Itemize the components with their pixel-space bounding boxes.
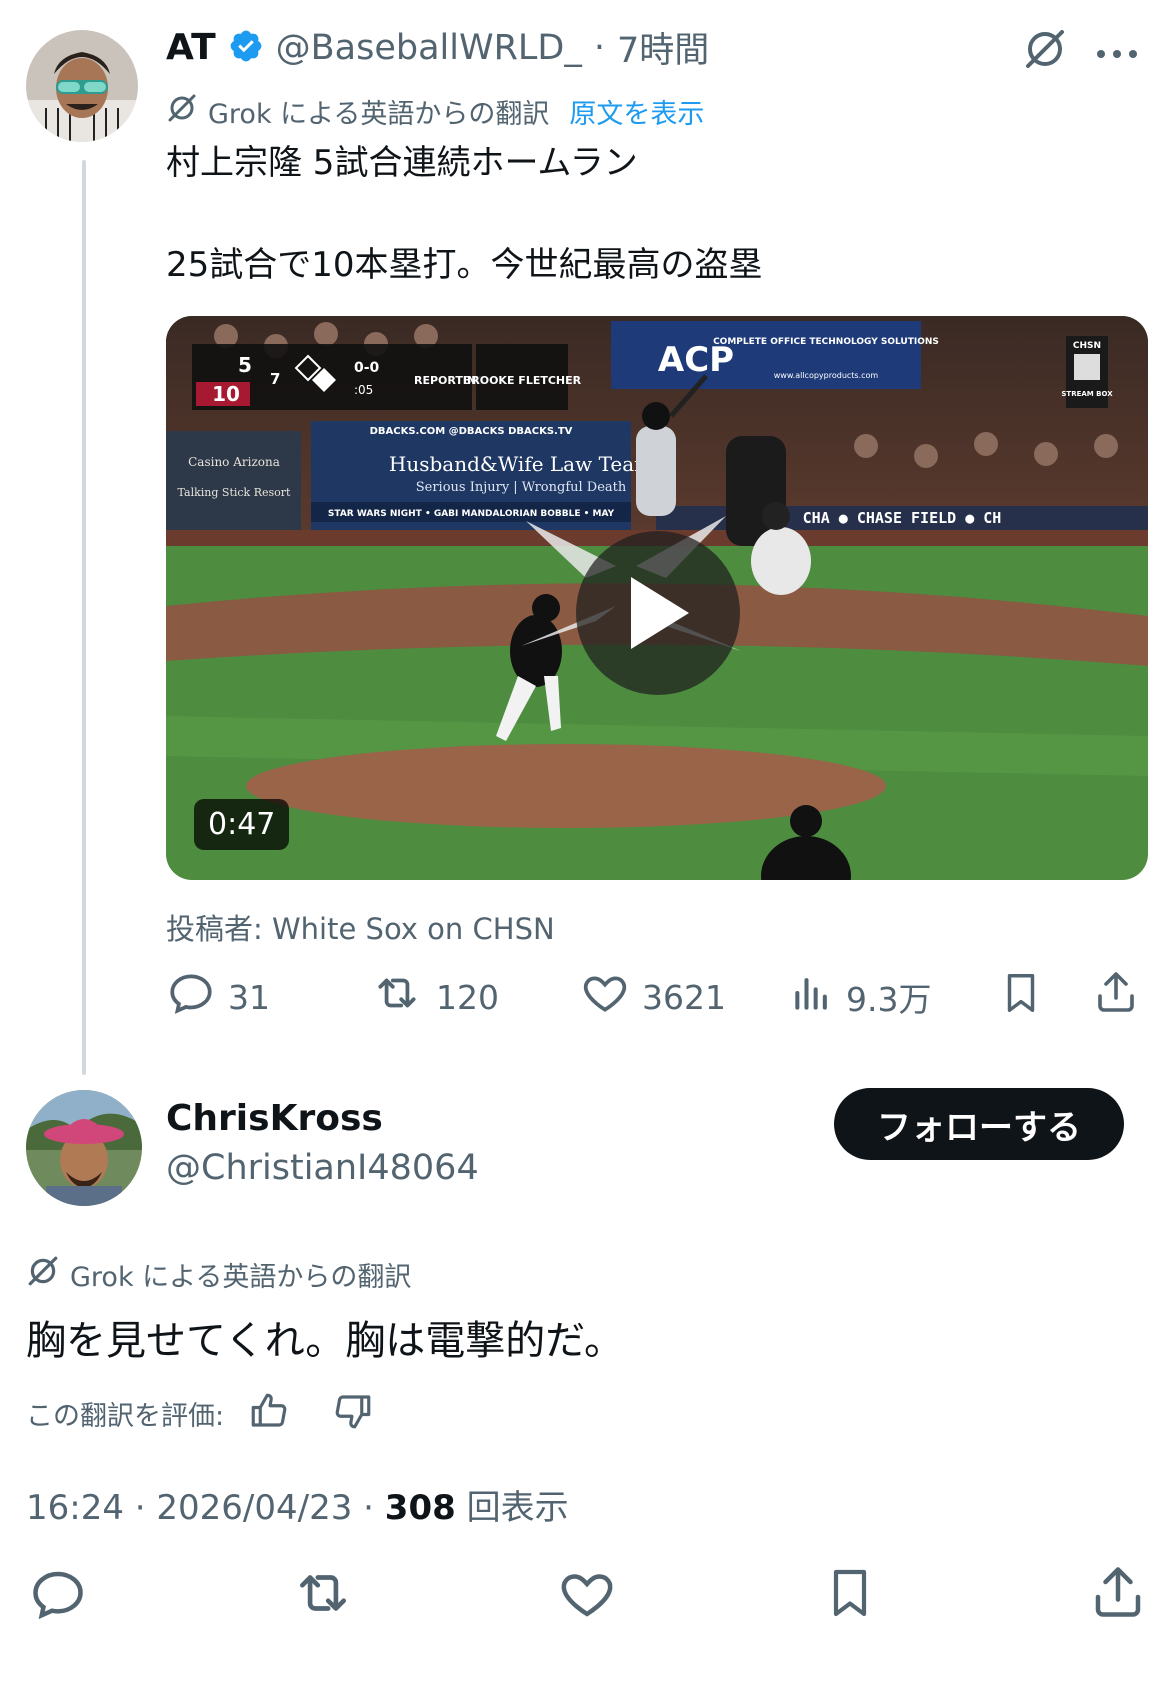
views-count: 9.3万: [846, 980, 932, 1019]
ad-center-title: Husband&Wife Law Team: [389, 452, 653, 476]
ad-acp-side: COMPLETE OFFICE TECHNOLOGY SOLUTIONS: [713, 337, 939, 347]
grok-icon[interactable]: [1022, 26, 1068, 72]
thread-connector-line: [82, 160, 86, 1075]
tweet-text-line-2: 25試合で10本塁打。今世紀最高の盗塁: [166, 245, 763, 285]
ad-center-top: DBACKS.COM @DBACKS DBACKS.TV: [370, 426, 573, 437]
views-button[interactable]: 9.3万: [790, 968, 931, 1026]
bookmark-button[interactable]: [998, 968, 1044, 1026]
author-handle[interactable]: @BaseballWRLD_: [276, 28, 582, 68]
reply-grok-translation-label: Grok による英語からの翻訳: [70, 1262, 412, 1293]
share-icon: [1092, 966, 1140, 1026]
like-icon: [556, 1574, 618, 1628]
reply-author-name[interactable]: ChrisKross: [166, 1098, 383, 1139]
like-count: 3621: [642, 977, 726, 1017]
like-icon: [580, 968, 630, 1026]
pitch-clock: :05: [354, 383, 373, 397]
reply-icon: [166, 968, 216, 1026]
ad-left-1: Casino Arizona: [188, 455, 280, 469]
reply-icon: [28, 1571, 88, 1628]
retweet-icon: [370, 968, 424, 1026]
reply-text: 胸を見せてくれ。胸は電撃的だ。: [26, 1318, 624, 1364]
tweet-text-line-1: 村上宗隆 5試合連続ホームラン: [166, 143, 638, 183]
post-time[interactable]: 7時間: [617, 22, 709, 73]
score-away: 5: [238, 353, 252, 377]
author-name[interactable]: AT: [166, 27, 216, 68]
ad-acp-url: www.allcopyproducts.com: [774, 371, 879, 380]
verified-badge-icon: [228, 28, 264, 68]
count: 0-0: [354, 360, 380, 376]
time-separator: ·: [593, 27, 605, 68]
share-button[interactable]: [1092, 966, 1140, 1026]
reply-action-reply[interactable]: [28, 1564, 88, 1628]
retweet-button[interactable]: 120: [370, 968, 499, 1026]
ad-center-ticker: STAR WARS NIGHT • GABI MANDALORIAN BOBBL…: [328, 509, 615, 519]
grok-icon: [26, 1254, 60, 1295]
views-icon: [790, 968, 834, 1026]
share-icon: [1088, 1567, 1148, 1628]
video-source[interactable]: 投稿者: White Sox on CHSN: [166, 906, 555, 948]
retweet-icon: [290, 1575, 356, 1628]
more-icon[interactable]: [1096, 44, 1138, 63]
reply-author-avatar[interactable]: [26, 1090, 142, 1206]
like-button[interactable]: 3621: [580, 968, 726, 1026]
reply-action-retweet[interactable]: [290, 1562, 356, 1628]
post-timestamp[interactable]: 16:24 · 2026/04/23 ·: [26, 1488, 385, 1528]
retweet-count: 120: [436, 977, 499, 1017]
thumbs-down-icon[interactable]: [332, 1390, 374, 1436]
show-original-link[interactable]: 原文を表示: [569, 92, 704, 131]
follow-button[interactable]: フォローする: [834, 1088, 1124, 1160]
post-view-count: 308: [384, 1488, 456, 1528]
chsn-logo: CHSN: [1073, 341, 1101, 351]
inning: 7: [270, 370, 280, 388]
reply-count: 31: [228, 977, 270, 1017]
reply-action-share[interactable]: [1088, 1560, 1148, 1628]
rate-translation-label: この翻訳を評価:: [26, 1400, 225, 1432]
bookmark-icon: [998, 968, 1044, 1026]
reply-action-like[interactable]: [556, 1564, 618, 1628]
stream-box-label: STREAM BOX: [1061, 390, 1113, 398]
reply-author-handle[interactable]: @ChristianI48064: [166, 1148, 479, 1188]
grok-translation-label: Grok による英語からの翻訳: [208, 99, 550, 130]
grok-icon: [166, 92, 198, 131]
ad-center-sub: Serious Injury | Wrongful Death: [416, 480, 627, 495]
bookmark-icon: [822, 1569, 878, 1628]
reply-action-bookmark[interactable]: [822, 1562, 878, 1628]
post-view-label: 回表示: [455, 1488, 569, 1528]
score-home: 10: [212, 382, 240, 406]
video-player[interactable]: Casino Arizona Talking Stick Resort DBAC…: [166, 316, 1148, 880]
video-duration: 0:47: [194, 799, 290, 850]
ad-left-2: Talking Stick Resort: [178, 486, 291, 499]
play-button[interactable]: [576, 531, 740, 695]
thumbs-up-icon[interactable]: [248, 1390, 290, 1436]
reporter-name: BROOKE FLETCHER: [463, 374, 582, 387]
reply-button[interactable]: 31: [166, 968, 270, 1026]
chase-field-banner: CHA ● CHASE FIELD ● CH: [803, 509, 1002, 527]
author-avatar[interactable]: [26, 30, 138, 142]
